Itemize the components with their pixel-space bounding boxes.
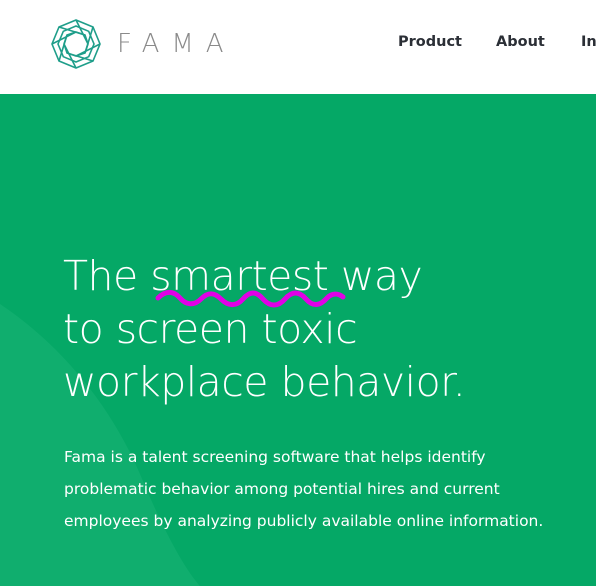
headline-line-3: workplace behavior.: [63, 358, 466, 406]
nav-item-product[interactable]: Product: [398, 34, 462, 50]
nav-item-about[interactable]: About: [496, 34, 545, 50]
hero-description: Fama is a talent screening software that…: [64, 448, 544, 530]
nav-item-in[interactable]: In: [581, 34, 596, 50]
headline-line-2: to screen toxic: [63, 305, 358, 353]
hero-section: The smartest way to screen toxic workpla…: [0, 94, 596, 586]
hero-headline: The smartest way to screen toxic workpla…: [63, 250, 583, 409]
site-header: FAMA Product About In: [0, 0, 596, 94]
headline-line-1: The smartest way: [63, 252, 423, 300]
main-nav: Product About In: [0, 34, 596, 54]
